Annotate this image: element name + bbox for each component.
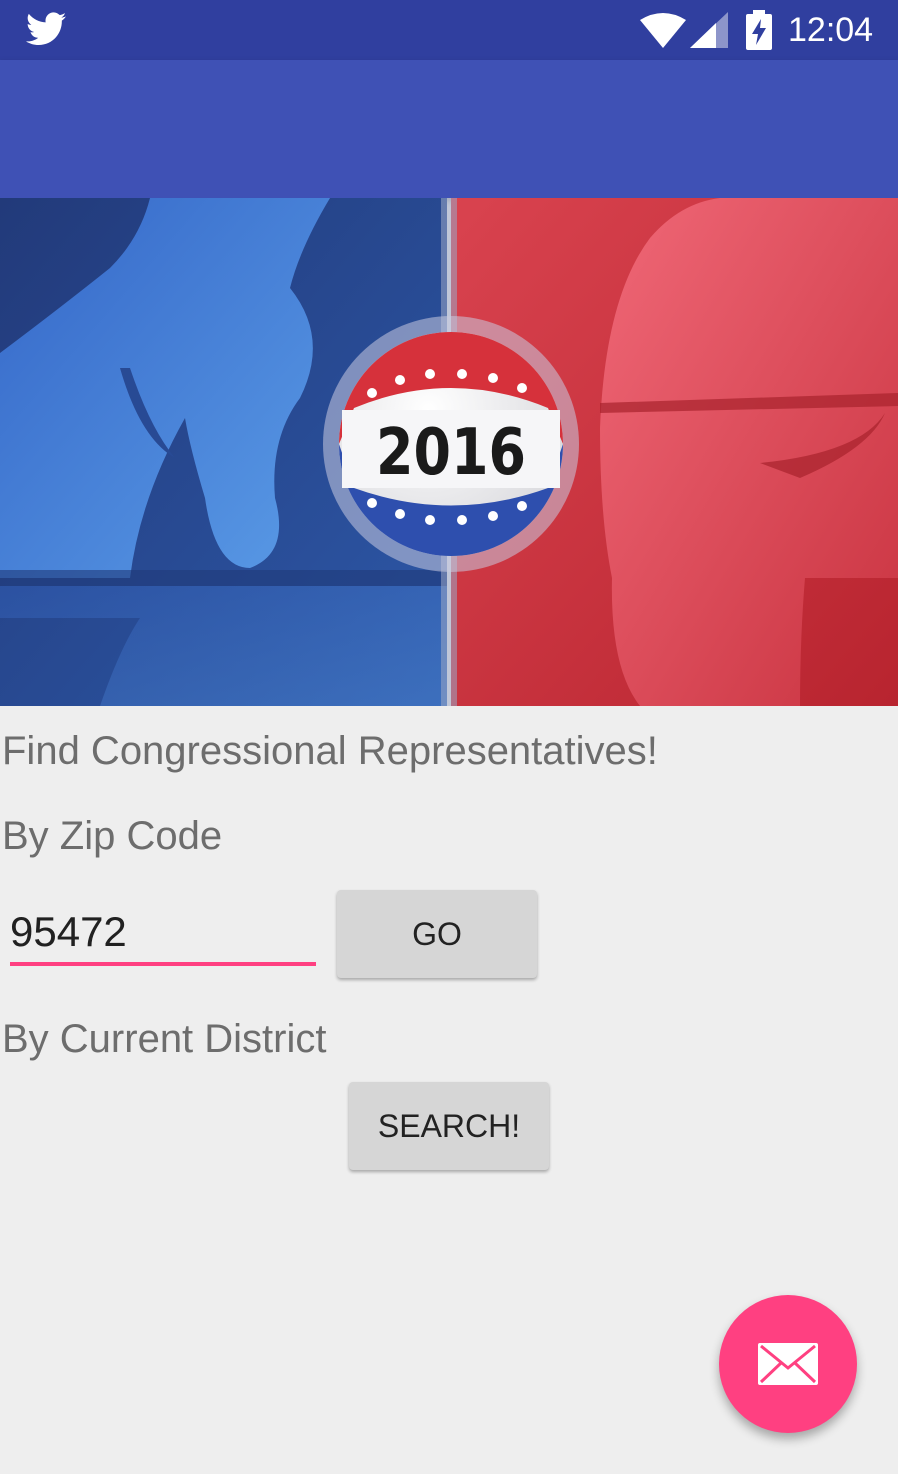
twitter-icon: [26, 12, 66, 46]
signal-icon: [690, 12, 728, 48]
mail-icon: [758, 1343, 818, 1385]
wifi-icon: [640, 13, 686, 48]
current-district-label: By Current District: [2, 1017, 327, 1061]
zip-code-label: By Zip Code: [2, 814, 223, 858]
go-button-label: GO: [412, 915, 462, 952]
go-button[interactable]: GO: [337, 890, 537, 978]
badge-year: 2016: [376, 416, 526, 490]
mail-fab-button[interactable]: [719, 1295, 857, 1433]
search-button-label: SEARCH!: [377, 1107, 521, 1144]
status-clock: 12:04: [788, 11, 874, 49]
zip-code-input[interactable]: [10, 902, 316, 966]
election-badge: 2016: [323, 316, 579, 572]
search-button[interactable]: SEARCH!: [349, 1082, 549, 1170]
app-bar: [0, 60, 898, 198]
battery-charging-icon: [746, 10, 772, 50]
page-title: Find Congressional Representatives!: [2, 729, 658, 773]
status-bar: 12:04: [0, 0, 898, 60]
hero-image: 2016: [0, 198, 898, 706]
